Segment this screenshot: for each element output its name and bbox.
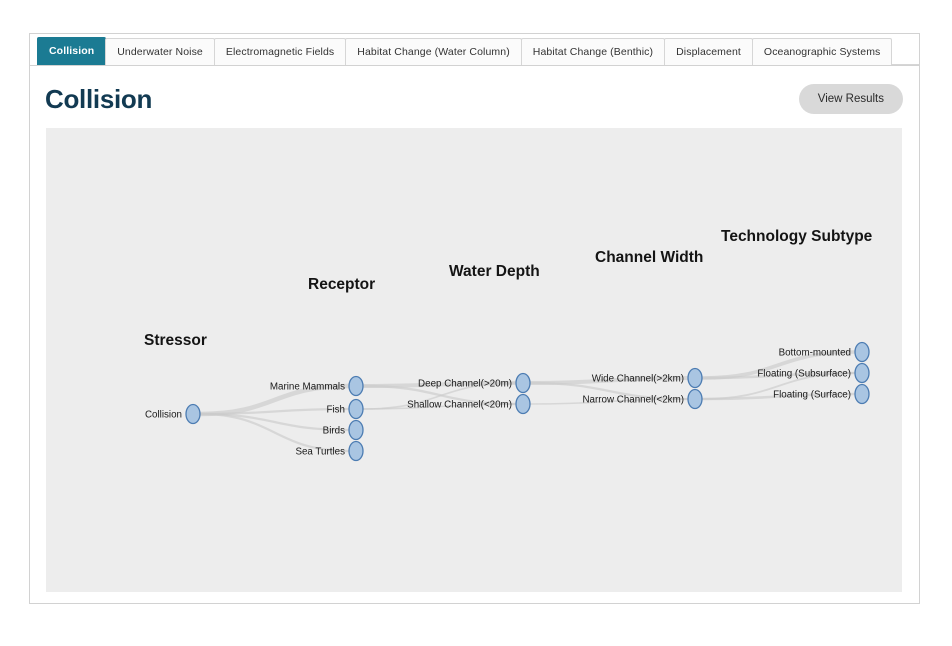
tab-habitat-change-benthic[interactable]: Habitat Change (Benthic) <box>520 38 666 65</box>
node-circle-icon <box>854 383 870 405</box>
node-fish[interactable]: Fish <box>326 398 364 420</box>
collision-sankey-diagram[interactable]: Stressor Collision Receptor Marine Mammals F… <box>46 128 902 592</box>
node-label: Floating (Subsurface) <box>757 368 851 379</box>
column-header-channel-width: Channel Width <box>595 249 703 266</box>
tab-habitat-change-water-column[interactable]: Habitat Change (Water Column) <box>345 38 522 65</box>
tab-bar-filler <box>891 38 919 65</box>
view-results-button[interactable]: View Results <box>798 84 903 114</box>
column-header-receptor: Receptor <box>308 276 375 293</box>
node-label: Bottom-mounted <box>779 347 851 358</box>
tab-electromagnetic-fields[interactable]: Electromagnetic Fields <box>213 38 347 65</box>
node-circle-icon <box>687 388 703 410</box>
diagram-panel: Stressor Collision Receptor Marine Mammals F… <box>46 128 902 592</box>
node-circle-icon <box>687 367 703 389</box>
node-circle-icon <box>348 419 364 441</box>
column-header-technology-subtype: Technology Subtype <box>721 228 873 245</box>
screen-root: Collision Underwater Noise Electromagnetic… <box>0 0 952 646</box>
collision-card: Collision Underwater Noise Electromagnetic… <box>29 33 920 604</box>
node-shallow-channel-20m[interactable]: Shallow Channel(<20m) <box>407 393 531 415</box>
node-label: Marine Mammals <box>270 381 345 392</box>
node-circle-icon <box>854 362 870 384</box>
node-circle-icon <box>515 372 531 394</box>
tab-underwater-noise[interactable]: Underwater Noise <box>105 38 215 65</box>
node-label: Fish <box>326 404 345 415</box>
node-circle-icon <box>185 403 201 425</box>
node-marine-mammals[interactable]: Marine Mammals <box>270 375 364 397</box>
node-floating-surface[interactable]: Floating (Surface) <box>773 383 870 405</box>
tab-collision[interactable]: Collision <box>37 37 107 65</box>
column-header-water-depth: Water Depth <box>449 263 540 280</box>
tab-oceanographic-systems[interactable]: Oceanographic Systems <box>751 38 893 65</box>
tab-bar: Collision Underwater Noise Electromagnetic… <box>30 34 919 66</box>
node-circle-icon <box>348 375 364 397</box>
node-label: Sea Turtles <box>295 446 345 457</box>
node-circle-icon <box>854 341 870 363</box>
page-title: Collision <box>45 84 153 114</box>
tab-displacement[interactable]: Displacement <box>664 38 753 65</box>
node-label: Wide Channel(>2km) <box>592 373 684 384</box>
node-label: Deep Channel(>20m) <box>418 378 512 389</box>
node-label: Birds <box>323 425 345 436</box>
node-birds[interactable]: Birds <box>323 419 364 441</box>
node-label: Floating (Surface) <box>773 389 851 400</box>
node-circle-icon <box>348 398 364 420</box>
node-label: Collision <box>145 409 182 420</box>
node-circle-icon <box>515 393 531 415</box>
node-bottom-mounted[interactable]: Bottom-mounted <box>779 341 870 363</box>
node-label: Shallow Channel(<20m) <box>407 399 512 410</box>
node-label: Narrow Channel(<2km) <box>582 394 684 405</box>
column-header-stressor: Stressor <box>144 332 207 349</box>
node-circle-icon <box>348 440 364 462</box>
node-collision[interactable]: Collision <box>145 403 201 425</box>
